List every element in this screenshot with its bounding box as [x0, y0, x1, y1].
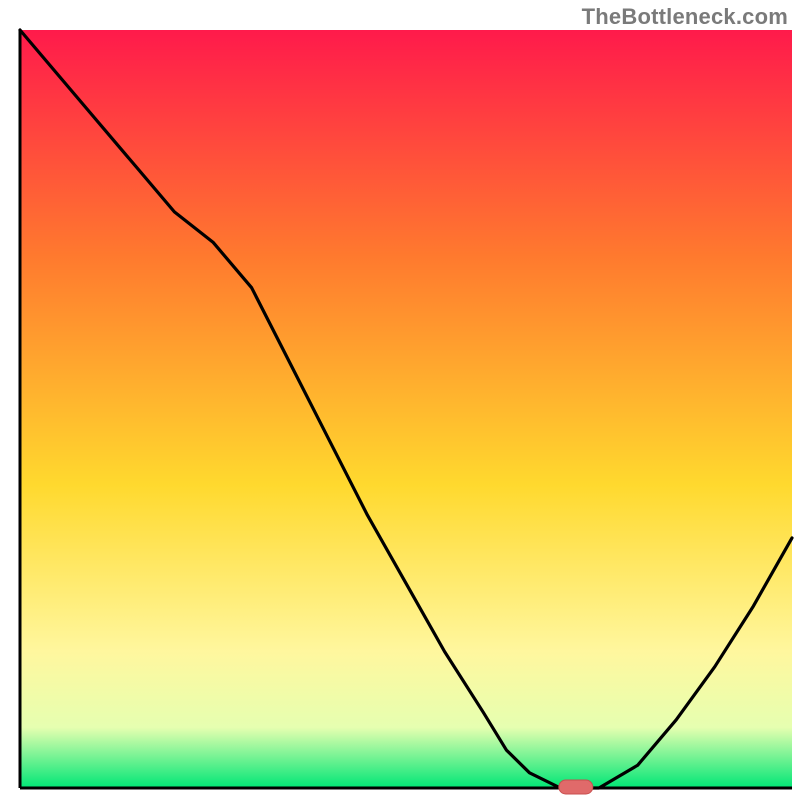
bottleneck-chart [0, 0, 800, 800]
chart-stage: TheBottleneck.com [0, 0, 800, 800]
optimal-marker [559, 780, 593, 794]
plot-background [20, 30, 792, 788]
